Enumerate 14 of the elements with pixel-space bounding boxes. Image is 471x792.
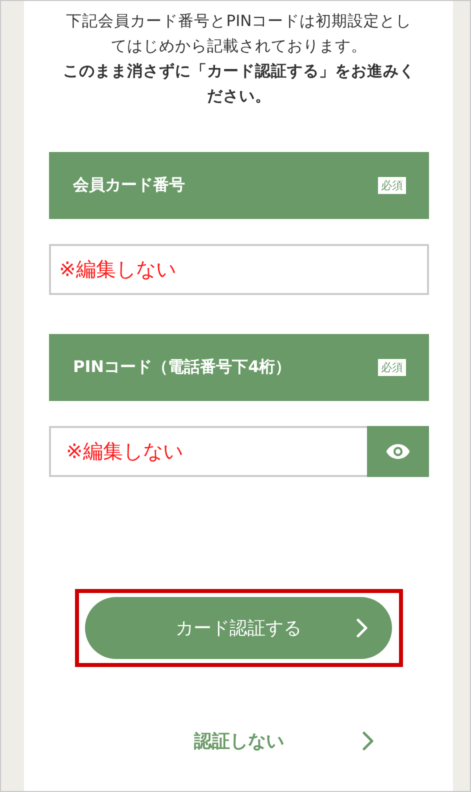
instruction-text: このまま消さずに「カード認証する」をお進みください。	[62, 61, 416, 107]
chevron-icon	[356, 618, 368, 638]
field-label: 会員カード番号	[73, 175, 185, 196]
required-badge: 必須	[378, 177, 406, 194]
show-password-button[interactable]	[367, 426, 429, 477]
field-label: PINコード（電話番号下4桁）	[73, 357, 292, 378]
required-badge: 必須	[378, 359, 406, 376]
card-auth-button[interactable]: カード認証する	[85, 597, 392, 659]
skip-auth-link[interactable]: 認証しない	[194, 729, 284, 753]
input-field[interactable]: ※編集しない	[49, 244, 429, 295]
eye-icon	[385, 443, 411, 460]
notice-text: 下記会員カード番号とPINコードは初期設定としてはじめから記載されております。	[65, 11, 413, 57]
input-field[interactable]: ※編集しない	[49, 426, 367, 477]
chevron-icon	[362, 731, 374, 751]
